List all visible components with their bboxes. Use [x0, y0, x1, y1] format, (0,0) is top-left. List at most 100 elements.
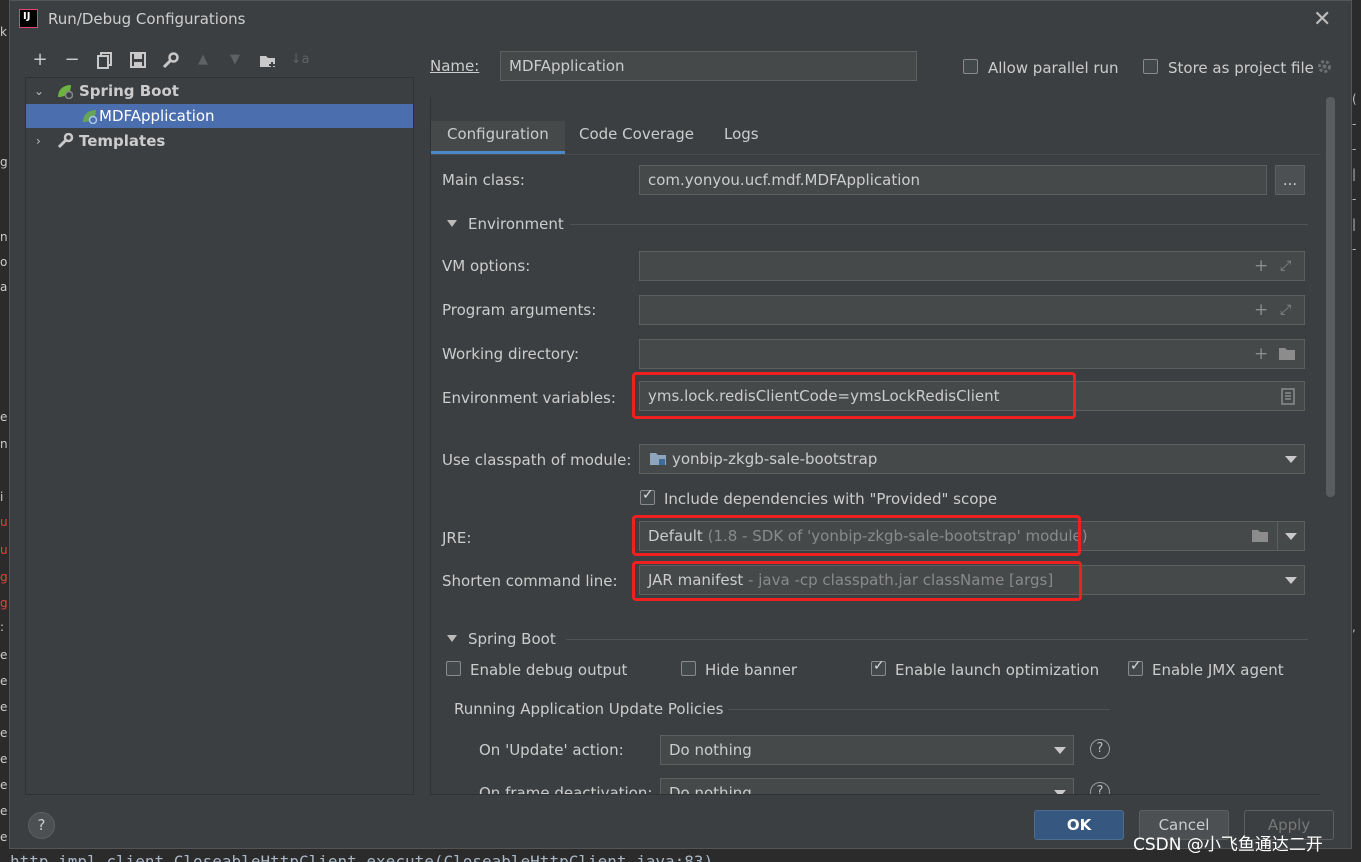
main-class-field[interactable]: com.yonyou.ucf.mdf.MDFApplication [639, 165, 1267, 195]
copy-icon [97, 52, 112, 69]
classpath-module-value: yonbip-zkgb-sale-bootstrap [672, 450, 878, 468]
highlight-environment-variables [632, 372, 1076, 419]
save-configuration-button[interactable] [127, 48, 149, 72]
hide-banner-label: Hide banner [705, 661, 798, 679]
help-button[interactable]: ? [28, 812, 55, 839]
help-icon[interactable]: ? [1090, 739, 1110, 759]
copy-configuration-button[interactable] [94, 48, 116, 72]
help-icon[interactable]: ? [1090, 782, 1110, 794]
update-policies-title: Running Application Update Policies [454, 700, 724, 718]
environment-section-title: Environment [468, 215, 564, 233]
chevron-down-icon[interactable] [447, 635, 457, 642]
dialog-title: Run/Debug Configurations [48, 10, 246, 28]
working-directory-field[interactable]: + [639, 339, 1305, 369]
module-folder-icon [650, 453, 666, 465]
move-down-button[interactable]: ▼ [224, 48, 246, 72]
vm-options-field[interactable]: + ⤢ [639, 251, 1305, 281]
on-frame-deactivation-select[interactable]: Do nothing [660, 778, 1074, 794]
expand-icon[interactable]: ⤢ [1280, 296, 1291, 324]
browse-main-class-button[interactable]: ... [1275, 165, 1305, 195]
on-update-label: On 'Update' action: [479, 741, 624, 759]
name-label: Name: [430, 57, 480, 75]
spring-boot-section-title: Spring Boot [468, 630, 556, 648]
tree-item-mdfapplication[interactable]: MDFApplication [26, 104, 413, 128]
ide-editor-right-edge: ( - - | - | - , [1352, 0, 1361, 862]
highlight-jre [632, 515, 1081, 556]
enable-jmx-agent-checkbox[interactable] [1128, 658, 1143, 676]
folder-icon [260, 56, 275, 68]
store-as-project-label: Store as project file [1168, 59, 1314, 77]
document-icon[interactable] [1281, 388, 1295, 405]
plus-icon[interactable]: + [1254, 296, 1268, 324]
sort-configurations-button[interactable]: ↓a [289, 48, 311, 72]
enable-debug-output-label: Enable debug output [470, 661, 628, 679]
chevron-down-icon: ⌄ [34, 84, 45, 98]
close-icon[interactable]: ✕ [1313, 7, 1331, 32]
environment-variables-label: Environment variables: [442, 389, 616, 407]
store-as-project-checkbox[interactable] [1143, 59, 1158, 74]
chevron-down-icon [1285, 456, 1297, 463]
program-arguments-field[interactable]: + ⤢ [639, 295, 1305, 325]
wrench-icon [162, 52, 179, 69]
allow-parallel-checkbox[interactable] [963, 59, 978, 74]
tab-divider [431, 154, 1321, 155]
name-field[interactable]: MDFApplication [500, 51, 917, 81]
on-frame-deactivation-label: On frame deactivation: [479, 784, 653, 794]
add-configuration-button[interactable]: + [29, 48, 51, 72]
enable-launch-optimization-label: Enable launch optimization [895, 661, 1100, 679]
edit-templates-button[interactable] [159, 48, 181, 72]
update-policies-divider [728, 709, 1110, 710]
on-update-value: Do nothing [669, 741, 752, 759]
chevron-right-icon: › [36, 134, 41, 148]
intellij-app-icon: IJ [19, 9, 38, 28]
classpath-module-select[interactable]: yonbip-zkgb-sale-bootstrap [639, 444, 1305, 474]
plus-icon[interactable]: + [1254, 340, 1268, 368]
new-folder-button[interactable] [257, 48, 279, 72]
chevron-down-icon[interactable] [447, 220, 457, 227]
move-up-button[interactable]: ▲ [192, 48, 214, 72]
plus-icon[interactable]: + [1254, 252, 1268, 280]
enable-jmx-agent-label: Enable JMX agent [1152, 661, 1284, 679]
tree-item-label: Spring Boot [79, 82, 179, 100]
folder-icon[interactable] [1278, 346, 1297, 362]
wrench-icon [57, 133, 74, 149]
configuration-scrollbar[interactable] [1326, 97, 1335, 497]
tree-item-label: MDFApplication [99, 107, 215, 125]
include-dependencies-label: Include dependencies with "Provided" sco… [664, 490, 998, 508]
spring-boot-divider [566, 639, 1308, 640]
content-left-border [430, 97, 431, 794]
save-icon [130, 52, 146, 68]
tab-configuration[interactable]: Configuration [431, 121, 565, 154]
jre-label: JRE: [442, 529, 472, 547]
ide-editor-left-edge: k g n o a e n i u u g g : e e e e e e e … [0, 0, 9, 862]
spring-boot-icon [58, 85, 73, 99]
enable-launch-optimization-checkbox[interactable] [871, 658, 886, 676]
on-update-select[interactable]: Do nothing [660, 735, 1074, 765]
jre-dropdown-button[interactable] [1277, 521, 1305, 551]
allow-parallel-label: Allow parallel run [988, 59, 1119, 77]
chevron-down-icon [1285, 577, 1297, 584]
program-arguments-label: Program arguments: [442, 301, 597, 319]
content-bottom-border [430, 794, 1320, 795]
gear-icon[interactable] [1316, 58, 1333, 75]
folder-icon[interactable] [1251, 528, 1270, 544]
tab-logs[interactable]: Logs [708, 121, 775, 154]
on-frame-deactivation-value: Do nothing [669, 784, 752, 794]
enable-debug-output-checkbox[interactable] [446, 661, 461, 676]
ok-button[interactable]: OK [1034, 810, 1124, 840]
main-class-label: Main class: [442, 171, 525, 189]
include-dependencies-checkbox[interactable] [640, 487, 655, 505]
chevron-down-icon [1054, 747, 1066, 754]
classpath-module-label: Use classpath of module: [442, 451, 632, 469]
hide-banner-checkbox[interactable] [681, 661, 696, 676]
scroll-clip: On frame deactivation: Do nothing ? [430, 776, 1320, 794]
tab-code-coverage[interactable]: Code Coverage [563, 121, 710, 154]
highlight-shorten-command-line [632, 561, 1082, 601]
tree-item-label: Templates [79, 132, 166, 150]
tree-item-templates[interactable]: › Templates [26, 129, 413, 153]
shorten-command-line-label: Shorten command line: [442, 572, 618, 590]
expand-icon[interactable]: ⤢ [1280, 252, 1291, 280]
tree-item-spring-boot[interactable]: ⌄ Spring Boot [26, 79, 413, 103]
remove-configuration-button[interactable]: − [61, 48, 83, 72]
working-directory-label: Working directory: [442, 345, 580, 363]
